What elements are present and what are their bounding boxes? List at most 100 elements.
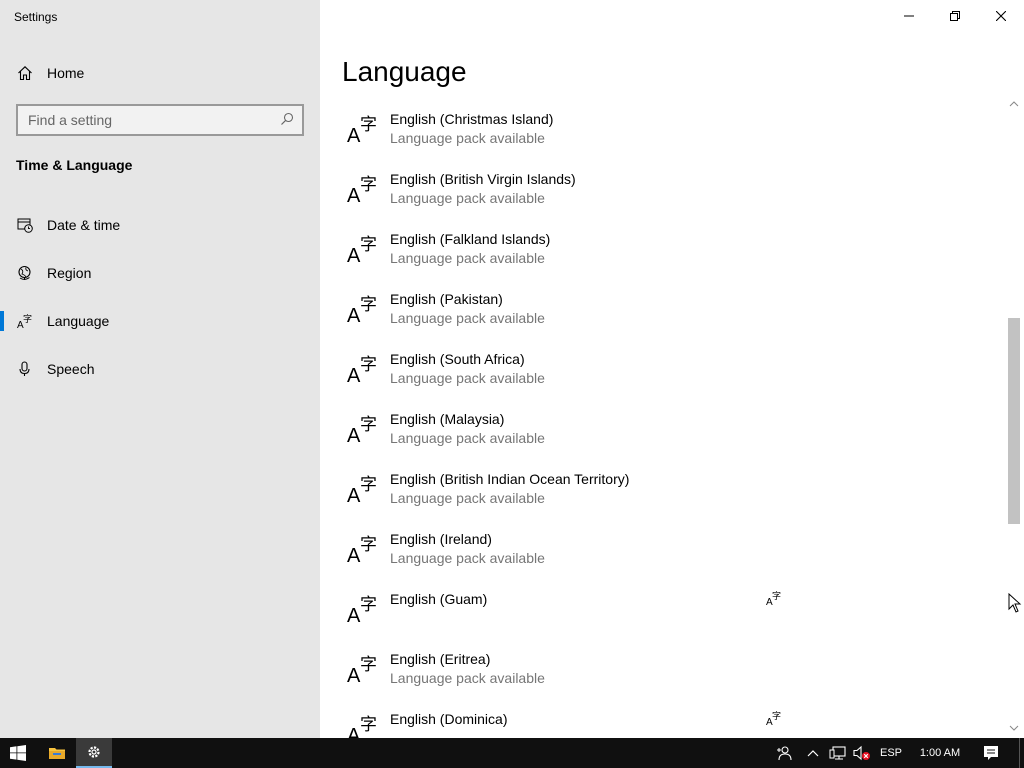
svg-text:字: 字: [360, 115, 377, 135]
language-icon: A字: [347, 475, 377, 504]
scroll-thumb[interactable]: [1008, 318, 1020, 524]
taskbar-settings[interactable]: [76, 738, 112, 768]
language-list-item[interactable]: A字 English (British Indian Ocean Territo…: [342, 458, 982, 518]
restore-button[interactable]: [932, 0, 978, 32]
sidebar-item-speech[interactable]: Speech: [0, 349, 320, 389]
svg-text:字: 字: [23, 313, 32, 325]
svg-text:字: 字: [360, 595, 377, 615]
svg-text:A: A: [347, 605, 361, 624]
svg-text:字: 字: [360, 415, 377, 435]
section-title: Time & Language: [16, 157, 133, 173]
language-feature-icon: A字: [766, 710, 781, 726]
language-icon: A字: [347, 235, 377, 264]
language-name: English (South Africa): [390, 351, 525, 367]
search-icon[interactable]: [280, 112, 294, 126]
language-icon: A字: [347, 355, 377, 384]
language-list: A字 English (Christmas Island) Language p…: [342, 98, 1002, 738]
show-desktop-button[interactable]: [1019, 738, 1020, 768]
calendar-clock-icon: [16, 216, 34, 234]
language-status: Language pack available: [390, 130, 545, 146]
sidebar-item-date-time[interactable]: Date & time: [0, 205, 320, 245]
vertical-scrollbar[interactable]: [1004, 96, 1020, 738]
language-list-item[interactable]: A字 English (Dominica) A字: [342, 698, 982, 738]
svg-text:字: 字: [360, 355, 377, 375]
svg-text:A: A: [347, 365, 361, 384]
language-icon: A字: [347, 175, 377, 204]
microphone-icon: [16, 360, 34, 378]
settings-window: Settings Home Time & Language Date & tim…: [0, 0, 1024, 738]
language-status: Language pack available: [390, 430, 545, 446]
svg-text:A: A: [347, 725, 361, 738]
close-button[interactable]: [978, 0, 1024, 32]
window-title: Settings: [14, 10, 58, 24]
restore-icon: [950, 11, 960, 21]
mouse-cursor-icon: [1008, 593, 1022, 613]
action-center-button[interactable]: [978, 738, 1004, 768]
svg-text:A: A: [347, 665, 361, 684]
language-name: English (Malaysia): [390, 411, 505, 427]
home-icon: [16, 64, 34, 82]
language-icon: A字: [16, 312, 34, 330]
language-name: English (Falkland Islands): [390, 231, 551, 247]
chevron-up-icon: [807, 750, 819, 757]
search-input[interactable]: [18, 112, 268, 128]
language-name: English (Guam): [390, 591, 488, 607]
language-list-item[interactable]: A字 English (Eritrea) Language pack avail…: [342, 638, 982, 698]
language-name: English (British Virgin Islands): [390, 171, 576, 187]
taskbar-file-explorer[interactable]: [40, 738, 74, 768]
scroll-down-icon[interactable]: [1009, 724, 1019, 732]
language-list-item[interactable]: A字 English (Malaysia) Language pack avai…: [342, 398, 982, 458]
language-status: Language pack available: [390, 190, 545, 206]
page-title: Language: [342, 56, 467, 87]
clock[interactable]: 1:00 AM: [910, 738, 970, 768]
svg-text:A: A: [347, 245, 361, 264]
language-list-item[interactable]: A字 English (Christmas Island) Language p…: [342, 98, 982, 158]
close-icon: [996, 11, 1006, 21]
language-name: English (Pakistan): [390, 291, 503, 307]
svg-text:字: 字: [360, 655, 377, 675]
language-list-item[interactable]: A字 English (Falkland Islands) Language p…: [342, 218, 982, 278]
language-name: English (Ireland): [390, 531, 492, 547]
language-status: Language pack available: [390, 670, 545, 686]
volume-button[interactable]: [852, 738, 872, 768]
sidebar-item-label: Language: [47, 313, 110, 329]
svg-text:字: 字: [360, 715, 377, 735]
network-button[interactable]: [828, 738, 848, 768]
notification-icon: [984, 746, 998, 760]
language-name: English (Dominica): [390, 711, 508, 727]
minimize-button[interactable]: [886, 0, 932, 32]
svg-text:字: 字: [360, 535, 377, 555]
main-content: Language A字 English (Christmas Island) L…: [320, 0, 1024, 738]
start-button[interactable]: [0, 738, 36, 768]
minimize-icon: [904, 15, 914, 17]
svg-text:A: A: [347, 485, 361, 504]
language-list-item[interactable]: A字 English (Pakistan) Language pack avai…: [342, 278, 982, 338]
language-list-item[interactable]: A字 English (Ireland) Language pack avail…: [342, 518, 982, 578]
search-box[interactable]: [16, 104, 304, 136]
language-status: Language pack available: [390, 550, 545, 566]
svg-text:字: 字: [772, 590, 781, 602]
svg-text:A: A: [347, 185, 361, 204]
language-icon: A字: [347, 115, 377, 144]
scroll-up-icon[interactable]: [1009, 100, 1019, 108]
sidebar-item-label: Region: [47, 265, 92, 281]
sidebar-item-language[interactable]: A字 Language: [0, 301, 320, 341]
people-button[interactable]: [772, 738, 796, 768]
svg-text:A: A: [347, 305, 361, 324]
sidebar-item-label: Home: [47, 65, 85, 81]
language-status: Language pack available: [390, 250, 545, 266]
language-name: English (Christmas Island): [390, 111, 554, 127]
language-list-item[interactable]: A字 English (Guam) A字: [342, 578, 982, 638]
sidebar-item-region[interactable]: Region: [0, 253, 320, 293]
language-status: Language pack available: [390, 370, 545, 386]
sidebar-item-home[interactable]: Home: [0, 53, 320, 93]
language-list-item[interactable]: A字 English (South Africa) Language pack …: [342, 338, 982, 398]
network-icon: [829, 746, 846, 760]
show-hidden-icons-button[interactable]: [804, 738, 822, 768]
language-list-item[interactable]: A字 English (British Virgin Islands) Lang…: [342, 158, 982, 218]
svg-text:字: 字: [360, 175, 377, 195]
input-language-indicator[interactable]: ESP: [876, 738, 906, 768]
sidebar-item-label: Date & time: [47, 217, 121, 233]
svg-text:A: A: [347, 545, 361, 564]
language-icon: A字: [347, 595, 377, 624]
